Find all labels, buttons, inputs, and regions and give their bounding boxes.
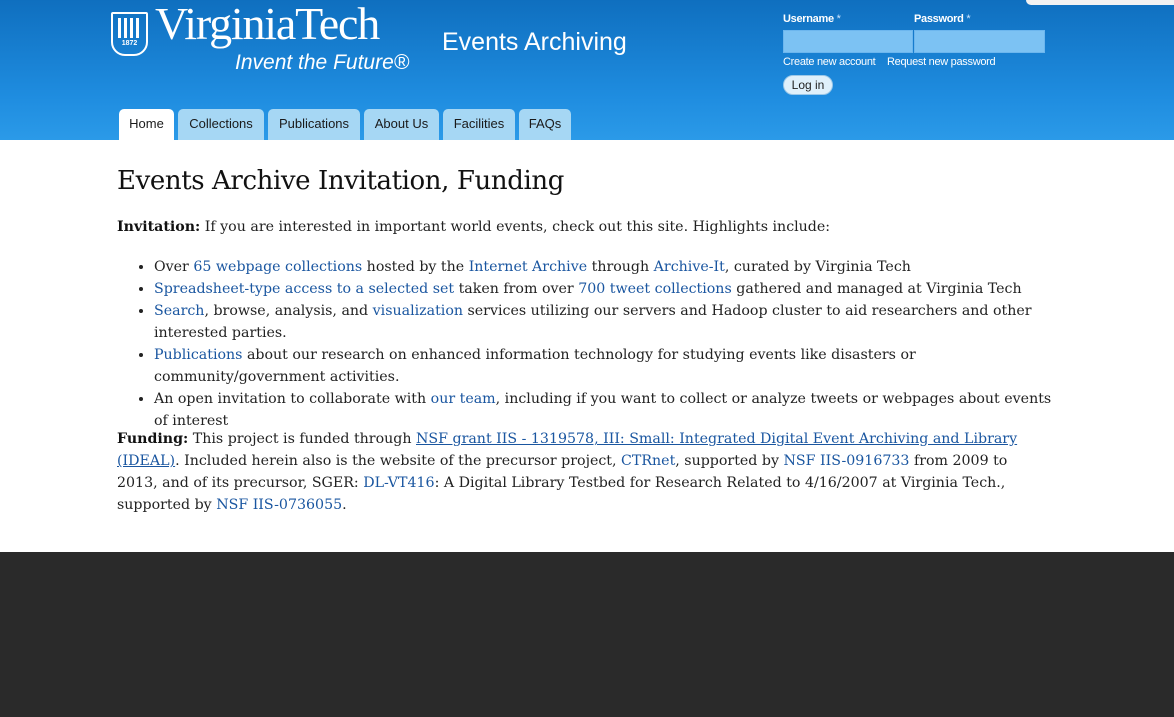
login-button[interactable]: Log in	[783, 75, 833, 95]
our-team-link[interactable]: our team	[431, 391, 496, 407]
main-content: Events Archive Invitation, Funding Invit…	[0, 140, 1174, 552]
site-title[interactable]: Events Archiving	[442, 28, 627, 57]
logo-wordmark: VirginiaTech	[155, 0, 380, 49]
list-item: Publications about our research on enhan…	[154, 344, 1052, 388]
invitation-label: Invitation:	[117, 219, 201, 235]
create-account-link[interactable]: Create new account	[783, 56, 876, 68]
request-password-link[interactable]: Request new password	[887, 56, 996, 68]
ctrnet-link[interactable]: CTRnet	[621, 453, 675, 469]
required-mark: *	[966, 13, 971, 25]
password-input[interactable]	[914, 30, 1045, 53]
virginia-tech-logo[interactable]: 1872 VirginiaTech Invent the Future®	[111, 1, 416, 76]
invitation-text: If you are interested in important world…	[200, 219, 831, 235]
invitation-paragraph: Invitation: If you are interested in imp…	[117, 216, 1052, 238]
webpage-collections-link[interactable]: 65 webpage collections	[193, 259, 362, 275]
search-link[interactable]: Search	[154, 303, 204, 319]
nsf-iis-0916733-link[interactable]: NSF IIS-0916733	[784, 453, 910, 469]
required-mark: *	[836, 13, 841, 25]
visualization-link[interactable]: visualization	[373, 303, 463, 319]
tab-about-us[interactable]: About Us	[364, 109, 439, 140]
tab-home[interactable]: Home	[119, 109, 174, 140]
archive-it-link[interactable]: Archive-It	[654, 259, 725, 275]
username-label: Username *	[783, 13, 841, 25]
nsf-iis-0736055-link[interactable]: NSF IIS-0736055	[216, 497, 342, 513]
tweet-collections-link[interactable]: 700 tweet collections	[578, 281, 732, 297]
seal-year: 1872	[121, 40, 138, 47]
dl-vt416-link[interactable]: DL-VT416	[363, 475, 434, 491]
tab-collections[interactable]: Collections	[178, 109, 264, 140]
highlights-list: Over 65 webpage collections hosted by th…	[117, 256, 1052, 432]
logo-tagline: Invent the Future®	[235, 51, 410, 74]
page: 1872 VirginiaTech Invent the Future® Eve…	[0, 0, 1174, 717]
username-input[interactable]	[783, 30, 913, 53]
publications-link[interactable]: Publications	[154, 347, 242, 363]
list-item: Over 65 webpage collections hosted by th…	[154, 256, 1052, 278]
tab-publications[interactable]: Publications	[268, 109, 360, 140]
funding-label: Funding:	[117, 431, 189, 447]
list-item: Search, browse, analysis, and visualizat…	[154, 300, 1052, 344]
page-title: Events Archive Invitation, Funding	[117, 166, 564, 196]
top-strip	[1026, 0, 1174, 5]
tab-facilities[interactable]: Facilities	[443, 109, 515, 140]
password-label: Password *	[914, 13, 971, 25]
funding-paragraph: Funding: This project is funded through …	[117, 431, 1018, 513]
login-form: Username * Password * Create new account…	[783, 13, 1053, 103]
internet-archive-link[interactable]: Internet Archive	[469, 259, 587, 275]
site-header: 1872 VirginiaTech Invent the Future® Eve…	[0, 0, 1174, 140]
list-item: An open invitation to collaborate with o…	[154, 388, 1052, 432]
list-item: Spreadsheet-type access to a selected se…	[154, 278, 1052, 300]
vt-seal-icon: 1872	[111, 12, 148, 56]
tab-faqs[interactable]: FAQs	[519, 109, 571, 140]
spreadsheet-access-link[interactable]: Spreadsheet-type access to a selected se…	[154, 281, 454, 297]
site-footer	[0, 552, 1174, 717]
